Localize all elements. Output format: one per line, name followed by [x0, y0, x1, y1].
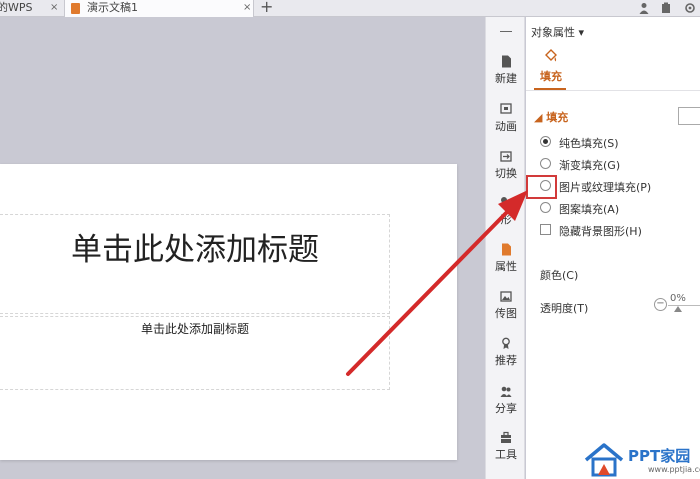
subtitle-placeholder[interactable]: 单击此处添加副标题	[0, 320, 390, 337]
fill-preset-box[interactable]	[678, 107, 700, 125]
transparency-label: 透明度(T)	[540, 302, 589, 315]
tab-wps-close-icon[interactable]: ×	[50, 0, 58, 15]
strip-item-label: 形	[500, 213, 512, 226]
radio-pattern-fill-label: 图案填充(A)	[559, 203, 620, 216]
watermark-url: www.pptjia.com	[648, 465, 700, 474]
strip-item-label: 传图	[495, 307, 517, 320]
skin-icon[interactable]	[660, 2, 672, 14]
strip-item-label: 推荐	[495, 354, 517, 367]
highlight-box	[526, 175, 557, 199]
transparency-slider[interactable]	[668, 305, 700, 306]
strip-item-properties[interactable]: 属性	[486, 243, 526, 289]
title-placeholder[interactable]: 单击此处添加标题	[0, 224, 390, 269]
strip-item-share[interactable]: 分享	[486, 385, 526, 431]
transparency-decrease-button[interactable]: −	[654, 298, 667, 311]
settings-icon[interactable]	[684, 2, 696, 14]
strip-item-transition[interactable]: 切换	[486, 150, 526, 196]
user-icon[interactable]	[638, 2, 650, 14]
tab-wps-label: 的WPS	[0, 1, 33, 14]
recommend-icon	[502, 337, 510, 349]
tab-bar: 的WPS × 演示文稿1 × +	[0, 0, 700, 17]
tab-wps[interactable]: 的WPS ×	[0, 0, 62, 17]
tab-fill-label: 填充	[540, 70, 562, 83]
transparency-value: 0%	[670, 293, 686, 304]
panel-title-dropdown[interactable]: 对象属性 ▾	[531, 24, 584, 40]
strip-item-animation[interactable]: 动画	[486, 103, 526, 149]
strip-item-shape[interactable]: 形	[486, 196, 526, 242]
new-file-icon	[502, 55, 511, 68]
watermark: PPT家园 www.pptjia.com	[578, 440, 700, 479]
checkbox-hide-background-label: 隐藏背景图形(H)	[559, 225, 642, 238]
tab-document-label: 演示文稿1	[87, 1, 138, 14]
strip-item-label: 动画	[495, 120, 517, 133]
object-properties-panel: 对象属性 ▾ 填充 ◢ 填充 纯色填充(S) 渐变填充(G) 图片或纹理填充(P…	[526, 17, 700, 479]
panel-title: 对象属性	[531, 26, 575, 39]
strip-item-label: 分享	[495, 402, 517, 415]
tab-document-close-icon[interactable]: ×	[243, 0, 251, 15]
radio-button[interactable]	[540, 202, 551, 213]
house-logo-icon	[584, 443, 624, 477]
color-label: 颜色(C)	[540, 269, 579, 282]
transparency-slider-thumb[interactable]	[674, 306, 682, 312]
task-pane-strip: 新建 动画 切换 形 属性 传图 推荐 分享 工具	[485, 17, 525, 479]
strip-item-recommend[interactable]: 推荐	[486, 337, 526, 383]
slide-canvas[interactable]: 单击此处添加标题 单击此处添加副标题	[0, 164, 457, 460]
new-tab-icon[interactable]: +	[260, 0, 273, 16]
strip-collapse-icon[interactable]	[500, 31, 512, 32]
radio-picture-texture-fill-label: 图片或纹理填充(P)	[559, 181, 652, 194]
share-icon	[500, 386, 512, 397]
strip-item-label: 切换	[495, 167, 517, 180]
radio-button[interactable]	[540, 158, 551, 169]
radio-gradient-fill-label: 渐变填充(G)	[559, 159, 621, 172]
radio-solid-fill-label: 纯色填充(S)	[559, 137, 619, 150]
checkbox[interactable]	[540, 224, 551, 235]
paint-bucket-icon	[545, 49, 557, 62]
strip-item-toolbox[interactable]: 工具	[486, 431, 526, 477]
animation-icon	[500, 103, 512, 114]
strip-item-upload-image[interactable]: 传图	[486, 290, 526, 336]
radio-button[interactable]	[540, 136, 551, 147]
toolbox-icon	[501, 431, 511, 443]
strip-item-label: 新建	[495, 72, 517, 85]
panel-divider	[526, 90, 700, 91]
chevron-down-icon: ▾	[578, 26, 585, 39]
strip-item-label: 工具	[495, 448, 517, 461]
strip-item-new[interactable]: 新建	[486, 55, 526, 101]
watermark-text: PPT家园	[628, 447, 691, 465]
strip-item-label: 属性	[495, 260, 517, 273]
transition-icon	[500, 151, 512, 162]
properties-icon	[502, 243, 511, 256]
fill-section-header[interactable]: ◢ 填充	[534, 109, 568, 125]
tab-document[interactable]: 演示文稿1 ×	[64, 0, 254, 17]
upload-image-icon	[500, 291, 512, 302]
shape-icon	[501, 197, 511, 208]
tab-fill[interactable]: 填充	[536, 49, 566, 84]
presentation-file-icon	[71, 3, 80, 14]
